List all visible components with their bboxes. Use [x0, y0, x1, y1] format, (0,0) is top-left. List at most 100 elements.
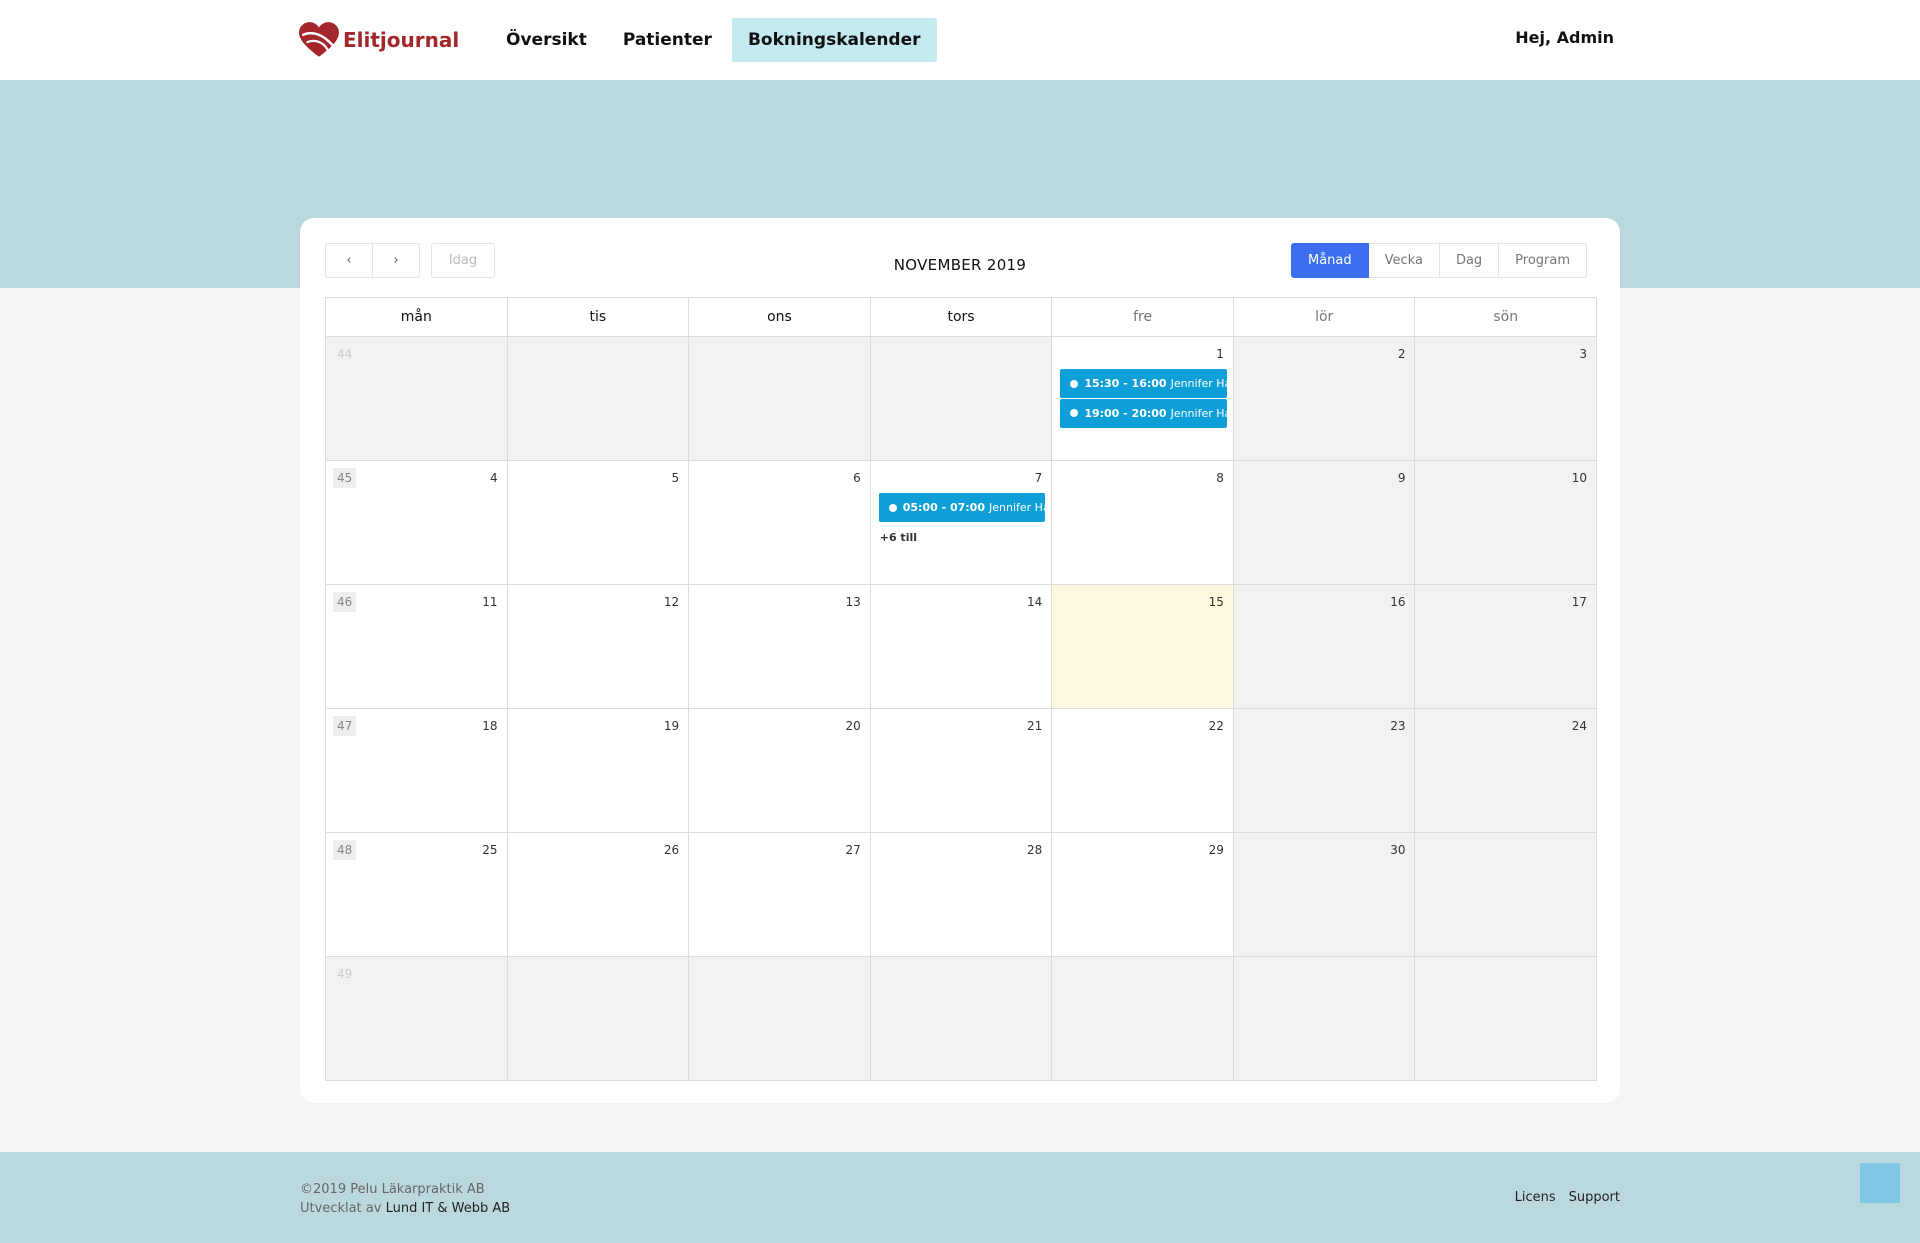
- copyright-text: ©2019 Pelu Läkarpraktik AB: [300, 1182, 485, 1197]
- nav-item-bokningskalender[interactable]: Bokningskalender: [731, 18, 937, 62]
- day-number[interactable]: 1: [1216, 347, 1224, 361]
- week-number[interactable]: 47: [333, 716, 357, 736]
- app-logo[interactable]: Elitjournal: [298, 22, 459, 58]
- view-list-button[interactable]: Program: [1499, 243, 1588, 278]
- day-cell[interactable]: 30: [1233, 833, 1416, 956]
- day-number[interactable]: 28: [1027, 843, 1042, 857]
- day-cell-empty: [689, 337, 871, 460]
- nav-item-patienter[interactable]: Patienter: [607, 18, 728, 62]
- day-number[interactable]: 13: [845, 595, 860, 609]
- day-cell-empty: 49: [326, 957, 508, 1080]
- view-day-button[interactable]: Dag: [1439, 243, 1500, 278]
- day-cell[interactable]: 23: [1233, 709, 1416, 832]
- calendar-event[interactable]: 05:00 - 07:00 Jennifer Ha: [878, 493, 1046, 522]
- top-navigation-bar: Elitjournal Översikt Patienter Bokningsk…: [0, 0, 1920, 80]
- week-number[interactable]: 46: [333, 592, 357, 612]
- day-cell[interactable]: 3: [1415, 337, 1597, 460]
- day-number[interactable]: 5: [672, 471, 680, 485]
- day-cell-empty: [1415, 957, 1597, 1080]
- week-number[interactable]: 48: [333, 840, 357, 860]
- day-number[interactable]: 19: [664, 719, 679, 733]
- day-cell[interactable]: 10: [1415, 461, 1597, 584]
- developer-link[interactable]: Lund IT & Webb AB: [386, 1201, 511, 1216]
- day-cell[interactable]: 1 15:30 - 16:00Jennifer Hay19:00 - 20:00J…: [1052, 337, 1234, 460]
- day-cell[interactable]: 6: [689, 461, 871, 584]
- week-row: 49: [326, 957, 1597, 1080]
- day-cell[interactable]: 28: [870, 833, 1053, 956]
- day-cell[interactable]: 46 11: [326, 585, 508, 708]
- day-cell[interactable]: 22: [1052, 709, 1234, 832]
- day-cell-empty: [507, 337, 690, 460]
- day-cell[interactable]: 24: [1415, 709, 1597, 832]
- day-number[interactable]: 3: [1579, 347, 1587, 361]
- view-month-button[interactable]: Månad: [1291, 243, 1369, 278]
- day-cell[interactable]: 7 05:00 - 07:00 Jennifer Ha +6 till: [870, 461, 1053, 584]
- day-number[interactable]: 18: [482, 719, 497, 733]
- heart-logo-icon: [299, 22, 339, 57]
- day-number[interactable]: 22: [1209, 719, 1224, 733]
- weekday-header: tis: [508, 298, 690, 336]
- day-cell[interactable]: 27: [689, 833, 871, 956]
- day-cell[interactable]: 16: [1233, 585, 1416, 708]
- day-cell[interactable]: 45 4: [326, 461, 508, 584]
- day-cell[interactable]: 48 25: [326, 833, 508, 956]
- day-number[interactable]: 29: [1209, 843, 1224, 857]
- day-cell[interactable]: 19: [507, 709, 690, 832]
- day-cell[interactable]: 13: [689, 585, 871, 708]
- day-number[interactable]: 21: [1027, 719, 1042, 733]
- more-events-link[interactable]: +6 till: [880, 531, 917, 544]
- day-number[interactable]: 8: [1216, 471, 1224, 485]
- day-number[interactable]: 25: [482, 843, 497, 857]
- day-number[interactable]: 24: [1572, 719, 1587, 733]
- weekday-header: tors: [871, 298, 1053, 336]
- day-number[interactable]: 7: [1035, 471, 1043, 485]
- user-greeting[interactable]: Hej, Admin: [1515, 28, 1614, 47]
- day-cell[interactable]: 8: [1052, 461, 1234, 584]
- day-number[interactable]: 26: [664, 843, 679, 857]
- calendar-event[interactable]: 15:30 - 16:00Jennifer Hay: [1060, 369, 1227, 398]
- developed-by: Utvecklat av Lund IT & Webb AB: [300, 1199, 510, 1218]
- day-cell[interactable]: 14: [870, 585, 1053, 708]
- day-cell[interactable]: 20: [689, 709, 871, 832]
- support-link[interactable]: Support: [1569, 1190, 1620, 1205]
- weekday-header-row: mån tis ons tors fre lör sön: [326, 298, 1596, 337]
- day-number[interactable]: 12: [664, 595, 679, 609]
- day-number[interactable]: 11: [482, 595, 497, 609]
- day-number[interactable]: 2: [1398, 347, 1406, 361]
- week-number[interactable]: 49: [333, 964, 356, 984]
- day-number[interactable]: 17: [1572, 595, 1587, 609]
- day-cell[interactable]: 21: [870, 709, 1053, 832]
- month-grid: mån tis ons tors fre lör sön 44 1 15:30 - …: [325, 297, 1597, 1081]
- day-number[interactable]: 20: [845, 719, 860, 733]
- day-number[interactable]: 14: [1027, 595, 1042, 609]
- day-number[interactable]: 6: [853, 471, 861, 485]
- day-number[interactable]: 10: [1572, 471, 1587, 485]
- calendar-card: ‹ › Idag NOVEMBER 2019 Månad Vecka Dag P…: [300, 218, 1620, 1103]
- calendar-event[interactable]: 19:00 - 20:00Jennifer Hay: [1060, 398, 1227, 428]
- day-cell[interactable]: 5: [507, 461, 690, 584]
- day-number[interactable]: 4: [490, 471, 498, 485]
- day-cell[interactable]: 9: [1233, 461, 1416, 584]
- day-cell[interactable]: 12: [507, 585, 690, 708]
- week-number[interactable]: 44: [333, 344, 356, 364]
- day-cell[interactable]: 15: [1052, 585, 1234, 708]
- license-link[interactable]: Licens: [1515, 1190, 1556, 1205]
- day-cell[interactable]: 47 18: [326, 709, 508, 832]
- day-number[interactable]: 16: [1390, 595, 1405, 609]
- day-number[interactable]: 27: [845, 843, 860, 857]
- day-cell-empty: [1415, 833, 1597, 956]
- view-week-button[interactable]: Vecka: [1368, 243, 1440, 278]
- day-number[interactable]: 9: [1398, 471, 1406, 485]
- day-cell[interactable]: 17: [1415, 585, 1597, 708]
- day-number[interactable]: 23: [1390, 719, 1405, 733]
- week-row: 44 1 15:30 - 16:00Jennifer Hay19:00 - 20:0…: [326, 337, 1597, 461]
- scroll-to-top-button[interactable]: [1860, 1163, 1900, 1203]
- day-number[interactable]: 30: [1390, 843, 1405, 857]
- week-number[interactable]: 45: [333, 468, 357, 488]
- event-title: Jennifer Ha: [989, 501, 1046, 514]
- day-cell[interactable]: 29: [1052, 833, 1234, 956]
- nav-item-oversikt[interactable]: Översikt: [490, 18, 603, 62]
- day-number[interactable]: 15: [1209, 595, 1224, 609]
- day-cell[interactable]: 2: [1233, 337, 1416, 460]
- day-cell[interactable]: 26: [507, 833, 690, 956]
